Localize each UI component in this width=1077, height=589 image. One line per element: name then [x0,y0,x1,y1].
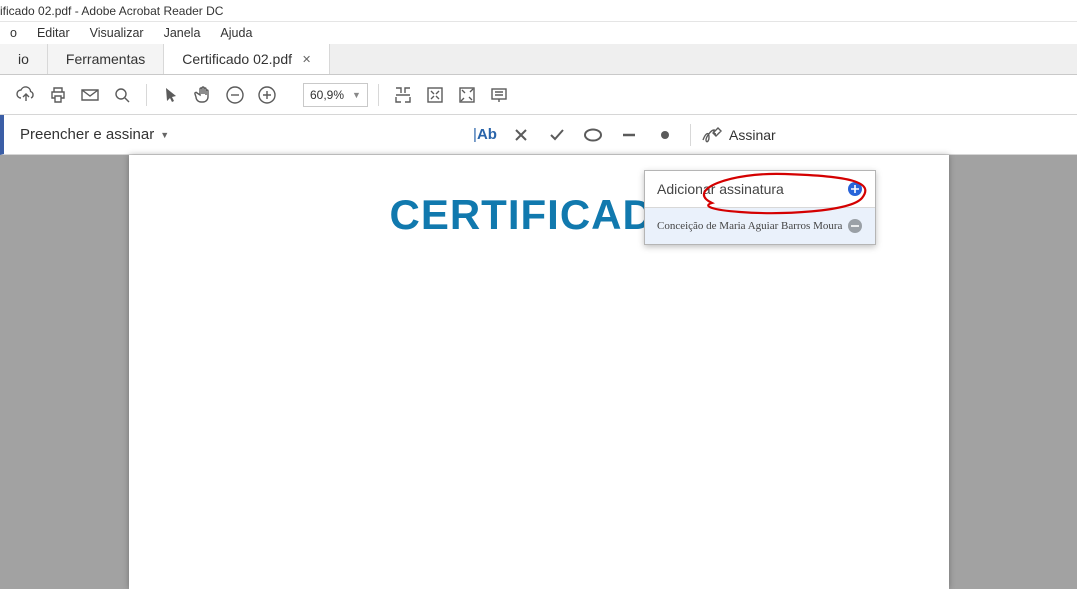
tab-inicio-label: io [18,51,29,67]
menu-ajuda[interactable]: Ajuda [210,24,262,42]
tab-ferramentas[interactable]: Ferramentas [48,44,164,74]
main-toolbar: 60,9% ▼ [0,75,1077,115]
zoom-in-icon[interactable] [253,81,281,109]
mail-icon[interactable] [76,81,104,109]
tab-ferramentas-label: Ferramentas [66,51,145,67]
existing-signature-preview: Conceição de Maria Aguiar Barros Moura [657,220,842,232]
tab-inicio[interactable]: io [0,44,48,74]
fit-page-icon[interactable] [421,81,449,109]
menu-bar: o Editar Visualizar Janela Ajuda [0,22,1077,44]
pointer-icon[interactable] [157,81,185,109]
fit-width-icon[interactable] [389,81,417,109]
cloud-save-icon[interactable] [12,81,40,109]
toolbar-separator [146,84,147,106]
print-icon[interactable] [44,81,72,109]
text-tool[interactable]: |Ab [470,121,500,149]
menu-visualizar[interactable]: Visualizar [80,24,154,42]
add-signature-button[interactable]: Adicionar assinatura [645,171,875,207]
x-mark-tool[interactable] [506,121,536,149]
fill-sign-tools: |Ab Assinar [470,121,776,149]
window-title: ificado 02.pdf - Adobe Acrobat Reader DC [0,4,223,18]
existing-signature-button[interactable]: Conceição de Maria Aguiar Barros Moura [645,207,875,244]
window-titlebar: ificado 02.pdf - Adobe Acrobat Reader DC [0,0,1077,22]
read-mode-icon[interactable] [485,81,513,109]
add-signature-label: Adicionar assinatura [657,181,784,197]
chevron-down-icon: ▼ [160,130,169,140]
checkmark-tool[interactable] [542,121,572,149]
fill-sign-toolbar: Preencher e assinar ▼ |Ab Assinar [0,115,1077,155]
signature-icon [701,125,723,145]
menu-editar[interactable]: Editar [27,24,80,42]
zoom-value: 60,9% [310,88,344,102]
document-viewer: CERTIFICADO [0,155,1077,589]
sign-label: Assinar [729,127,776,143]
hand-icon[interactable] [189,81,217,109]
menu-arquivo[interactable]: o [0,24,27,42]
plus-icon [847,181,863,197]
zoom-level-selector[interactable]: 60,9% ▼ [303,83,368,107]
chevron-down-icon: ▼ [352,90,361,100]
circle-tool[interactable] [578,121,608,149]
tab-document-label: Certificado 02.pdf [182,51,292,67]
minus-icon[interactable] [847,218,863,234]
toolbar-separator [690,124,691,146]
toolbar-separator [378,84,379,106]
fullscreen-icon[interactable] [453,81,481,109]
dot-tool[interactable] [650,121,680,149]
fill-sign-title[interactable]: Preencher e assinar ▼ [20,126,169,143]
line-tool[interactable] [614,121,644,149]
menu-janela[interactable]: Janela [154,24,211,42]
fill-sign-label: Preencher e assinar [20,126,154,143]
tab-document[interactable]: Certificado 02.pdf ✕ [164,44,330,74]
signature-popup: Adicionar assinatura Conceição de Maria … [644,170,876,245]
tab-bar: io Ferramentas Certificado 02.pdf ✕ [0,44,1077,75]
zoom-out-icon[interactable] [221,81,249,109]
search-icon[interactable] [108,81,136,109]
text-tool-label: Ab [477,126,497,143]
sign-button[interactable]: Assinar [701,125,776,145]
close-tab-icon[interactable]: ✕ [302,53,311,66]
